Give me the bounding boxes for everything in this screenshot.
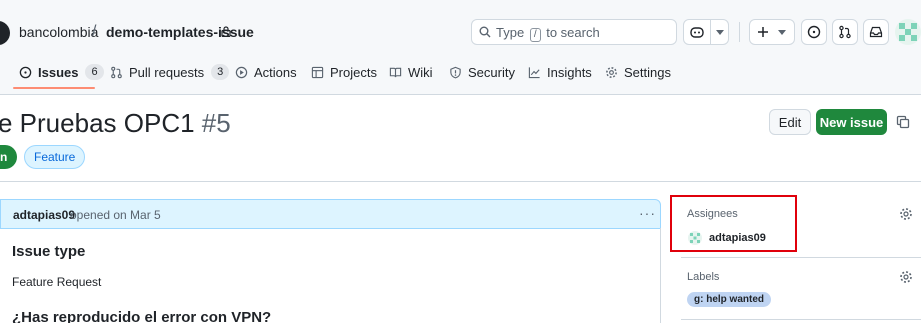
tab-label: Actions bbox=[254, 64, 297, 80]
git-pull-request-icon bbox=[111, 66, 122, 78]
labels-title[interactable]: Labels bbox=[687, 271, 719, 283]
edit-button[interactable]: Edit bbox=[769, 109, 811, 135]
comment-heading: Issue type bbox=[12, 243, 86, 260]
status-badge: n bbox=[0, 145, 17, 169]
create-new-button[interactable] bbox=[749, 19, 795, 45]
button-divider bbox=[710, 20, 711, 44]
identicon-icon bbox=[899, 23, 917, 41]
tab-label: Security bbox=[468, 64, 515, 80]
tab-wiki[interactable]: Wiki bbox=[389, 62, 433, 82]
tab-pull-requests[interactable]: Pull requests 3 bbox=[110, 62, 230, 82]
tab-label: Wiki bbox=[408, 64, 433, 80]
gear-icon[interactable] bbox=[899, 270, 913, 284]
plus-icon bbox=[758, 27, 768, 37]
search-input[interactable]: Type / to search bbox=[471, 19, 677, 45]
comment-timestamp: opened on Mar 5 bbox=[70, 208, 161, 222]
copilot-icon bbox=[690, 27, 704, 38]
breadcrumb-separator: / bbox=[92, 23, 97, 40]
comment-text: Feature Request bbox=[12, 275, 102, 289]
tab-settings[interactable]: Settings bbox=[605, 62, 671, 82]
tab-issues[interactable]: Issues 6 bbox=[19, 62, 104, 82]
tab-security[interactable]: Security bbox=[449, 62, 515, 82]
tab-counter: 6 bbox=[85, 64, 104, 80]
git-pull-request-icon bbox=[839, 25, 851, 39]
kebab-icon[interactable]: ··· bbox=[639, 205, 656, 221]
issue-opened-icon bbox=[807, 25, 821, 39]
label-help-wanted[interactable]: g: help wanted bbox=[687, 292, 771, 307]
breadcrumb-owner[interactable]: bancolombia bbox=[19, 24, 98, 40]
comment-header: adtapias09 opened on Mar 5 ··· bbox=[0, 199, 661, 229]
issue-number: #5 bbox=[201, 108, 231, 138]
pull-requests-button[interactable] bbox=[832, 19, 858, 45]
lock-icon bbox=[221, 26, 231, 37]
tab-label: Settings bbox=[624, 64, 671, 80]
tab-label: Projects bbox=[330, 64, 377, 80]
issues-button[interactable] bbox=[801, 19, 827, 45]
table-icon bbox=[311, 66, 324, 78]
tab-label: Insights bbox=[547, 64, 592, 80]
page-title: e Pruebas OPC1 #5 bbox=[0, 108, 231, 139]
play-icon bbox=[235, 66, 248, 78]
issue-opened-icon bbox=[19, 66, 32, 78]
shield-icon bbox=[450, 66, 461, 78]
tab-projects[interactable]: Projects bbox=[311, 62, 377, 82]
active-tab-indicator bbox=[13, 87, 95, 89]
tab-actions[interactable]: Actions bbox=[235, 62, 297, 82]
gear-icon[interactable] bbox=[899, 207, 913, 221]
label-feature[interactable]: Feature bbox=[24, 145, 86, 169]
inbox-button[interactable] bbox=[863, 19, 889, 45]
copy-icon[interactable] bbox=[896, 115, 910, 129]
search-icon bbox=[479, 26, 491, 38]
issue-title: e Pruebas OPC1 bbox=[0, 108, 195, 138]
chevron-down-icon[interactable] bbox=[716, 30, 724, 35]
chevron-down-icon bbox=[778, 30, 786, 35]
sidebar-divider bbox=[681, 319, 921, 320]
header-divider bbox=[0, 181, 921, 182]
graph-icon bbox=[528, 66, 540, 78]
tab-counter: 3 bbox=[211, 64, 230, 80]
tab-label: Issues bbox=[38, 64, 79, 80]
tab-insights[interactable]: Insights bbox=[528, 62, 592, 82]
tab-label: Pull requests bbox=[129, 64, 205, 80]
book-icon bbox=[389, 67, 402, 77]
header-divider bbox=[739, 22, 740, 42]
inbox-icon bbox=[869, 26, 883, 38]
comment-author[interactable]: adtapias09 bbox=[13, 208, 75, 222]
sidebar-divider bbox=[681, 257, 921, 258]
breadcrumb-repo[interactable]: demo-templates-issue bbox=[106, 24, 254, 40]
new-issue-button[interactable]: New issue bbox=[816, 109, 887, 135]
comment-heading: ¿Has reproducido el error con VPN? bbox=[12, 309, 272, 323]
search-placeholder: Type / to search bbox=[496, 25, 600, 42]
user-avatar[interactable] bbox=[895, 19, 921, 45]
highlight-box bbox=[670, 195, 797, 252]
gear-icon bbox=[606, 66, 617, 78]
copilot-button[interactable] bbox=[683, 19, 729, 45]
